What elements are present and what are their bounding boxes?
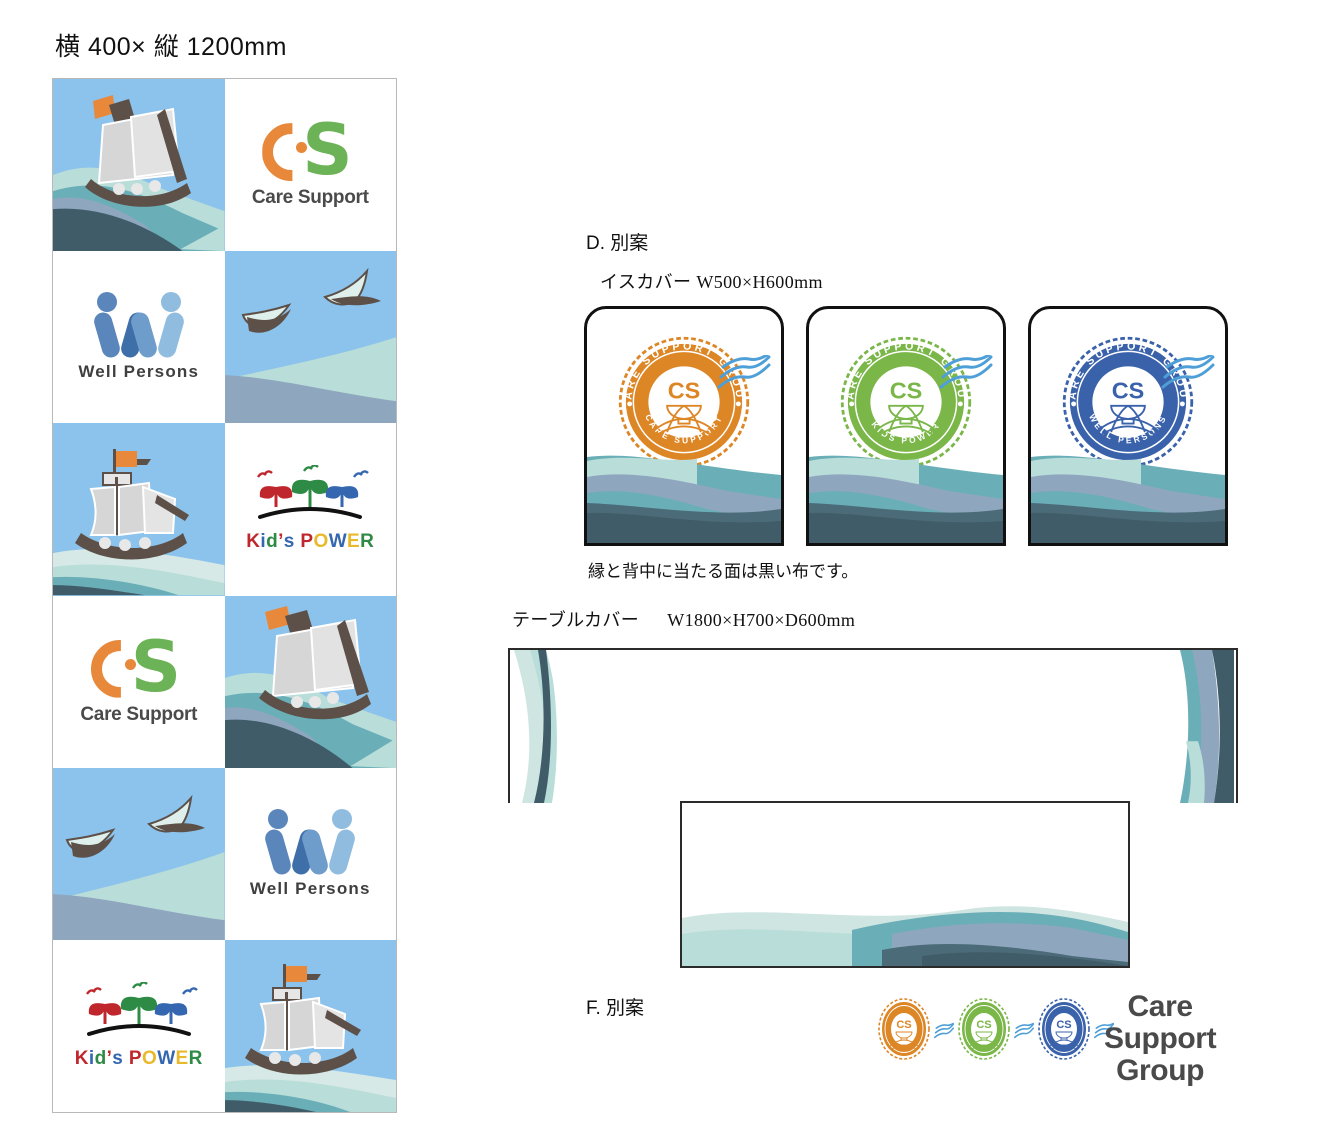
cs-s-shape: S [130,625,182,708]
sailing-ship-icon [75,449,189,560]
kids-power-letter: E [175,1047,189,1069]
kids-power-letter: d [266,531,279,553]
table-cover-size: W1800×H700×D600mm [667,610,856,630]
steam-icon [717,355,771,389]
banner-cell-ship [53,423,225,596]
chair-wave-pattern [1031,455,1225,543]
well-persons-mark [87,292,191,360]
kids-power-letter: E [347,531,361,553]
chair-wave-pattern [809,455,1003,543]
banner-cell-ship [53,79,225,252]
kids-power-wordmark: Kid’s POWER [246,531,374,553]
steam-icon [934,1022,954,1038]
sailing-ship-icon [244,963,361,1075]
steam-icon [1161,355,1215,389]
kids-power-letter: P [300,531,314,553]
wordmark-line-2: Group [1116,1053,1205,1087]
care-support-mark: S [262,109,358,192]
chair-cover-size-label: イスカバー W500×H600mm [600,272,823,292]
sailing-ship-icon [85,95,191,207]
table-cover-size-label: テーブルカバー W1800×H700×D600mm [512,606,855,632]
table-cover-right-wave [1180,650,1234,803]
section-f-label: F. 別案 [586,998,645,1019]
kids-power-letter: P [128,1047,142,1069]
well-persons-mark [258,808,362,877]
kids-power-letter: K [246,531,261,553]
table-cover-wave-pattern [682,906,1128,966]
banner-cell-ship [224,939,396,1112]
kids-power-sprouts-icon [85,981,198,1036]
table-cover-left-wave [514,650,568,803]
kids-power-letter: O [142,1047,158,1069]
kids-power-letter: W [328,531,348,553]
table-cover-front-panel: CS CS CS Care Support Group [680,801,1217,1086]
wordmark-line-1: Care Support [1104,990,1217,1055]
cs-s-shape: S [302,109,353,192]
seal-well-persons-small: CS [1038,998,1090,1065]
steam-icon [939,355,993,389]
kids-power-letter: R [360,531,375,553]
steam-icon [1014,1022,1034,1038]
kids-power-letter: K [74,1047,89,1069]
bird-icon [241,303,291,333]
kids-power-letter: d [94,1047,107,1069]
care-support-mark: S [90,625,187,708]
svg-text:CS: CS [890,377,923,403]
chair-cover-note: 縁と背中に当たる面は黒い布です。 [588,562,859,581]
seal-care-support-small: CS [878,998,930,1065]
svg-text:CS: CS [976,1019,991,1031]
banner-cell-logo-care-support: S Care Support [53,595,225,768]
bird-icon [322,267,381,306]
kids-power-mark [75,981,203,1044]
kids-power-letter: s [283,531,295,553]
kids-power-letter: s [112,1047,124,1069]
banner-cell-logo-care-support: S Care Support [224,79,396,252]
section-d-label: D. 別案 [586,233,649,254]
kids-power-letter: R [188,1047,203,1069]
banner-mockup: S Care Support Well Persons Kid’s POWER … [52,78,397,1113]
bird-icon [65,827,116,858]
seal-kids-power-small: CS [958,998,1010,1065]
svg-text:CS: CS [1056,1019,1071,1031]
sailing-ship-icon [258,605,371,719]
chair-cover-well-persons: CARE SUPPORT GROUP WELL PERSONS CS [1028,306,1228,546]
banner-cell-birds [53,767,225,940]
table-cover-wordmark: Care Support Group [1104,990,1217,1087]
well-persons-wordmark: Well Persons [249,878,371,898]
banner-cell-logo-kids-power: Kid’s POWER [224,423,396,596]
banner-size-label: 横 400× 縦 1200mm [55,33,287,61]
banner-cell-logo-kids-power: Kid’s POWER [53,939,225,1112]
chair-cover-kids-power: CARE SUPPORT GROUP KIDS POWER CS [806,306,1006,546]
kids-power-letter: O [313,531,329,553]
bird-icon [147,794,205,833]
chair-wave-pattern [587,455,781,543]
chair-cover-care-support: CARE SUPPORT GROUP CARE SUPPORT CS [584,306,784,546]
banner-cell-logo-well-persons: Well Persons [53,251,225,424]
table-cover-top-panel [508,648,1238,803]
table-cover-mockup: CS CS CS Care Support Group [508,648,1238,1086]
svg-text:CS: CS [668,377,701,403]
kids-power-wordmark: Kid’s POWER [75,1048,203,1070]
kids-power-mark [246,464,374,527]
svg-text:CS: CS [896,1019,911,1031]
table-cover-name: テーブルカバー [512,610,640,630]
svg-text:CS: CS [1112,377,1145,403]
kids-power-letter: W [157,1047,176,1069]
banner-cell-ship [224,595,396,768]
chair-cover-row: CARE SUPPORT GROUP CARE SUPPORT CS [584,306,1234,546]
table-cover-seal-row: CS CS CS [878,998,1114,1065]
banner-cell-birds [224,251,396,424]
kids-power-sprouts-icon [257,464,370,520]
banner-cell-logo-well-persons: Well Persons [224,767,396,940]
well-persons-wordmark: Well Persons [78,362,200,382]
